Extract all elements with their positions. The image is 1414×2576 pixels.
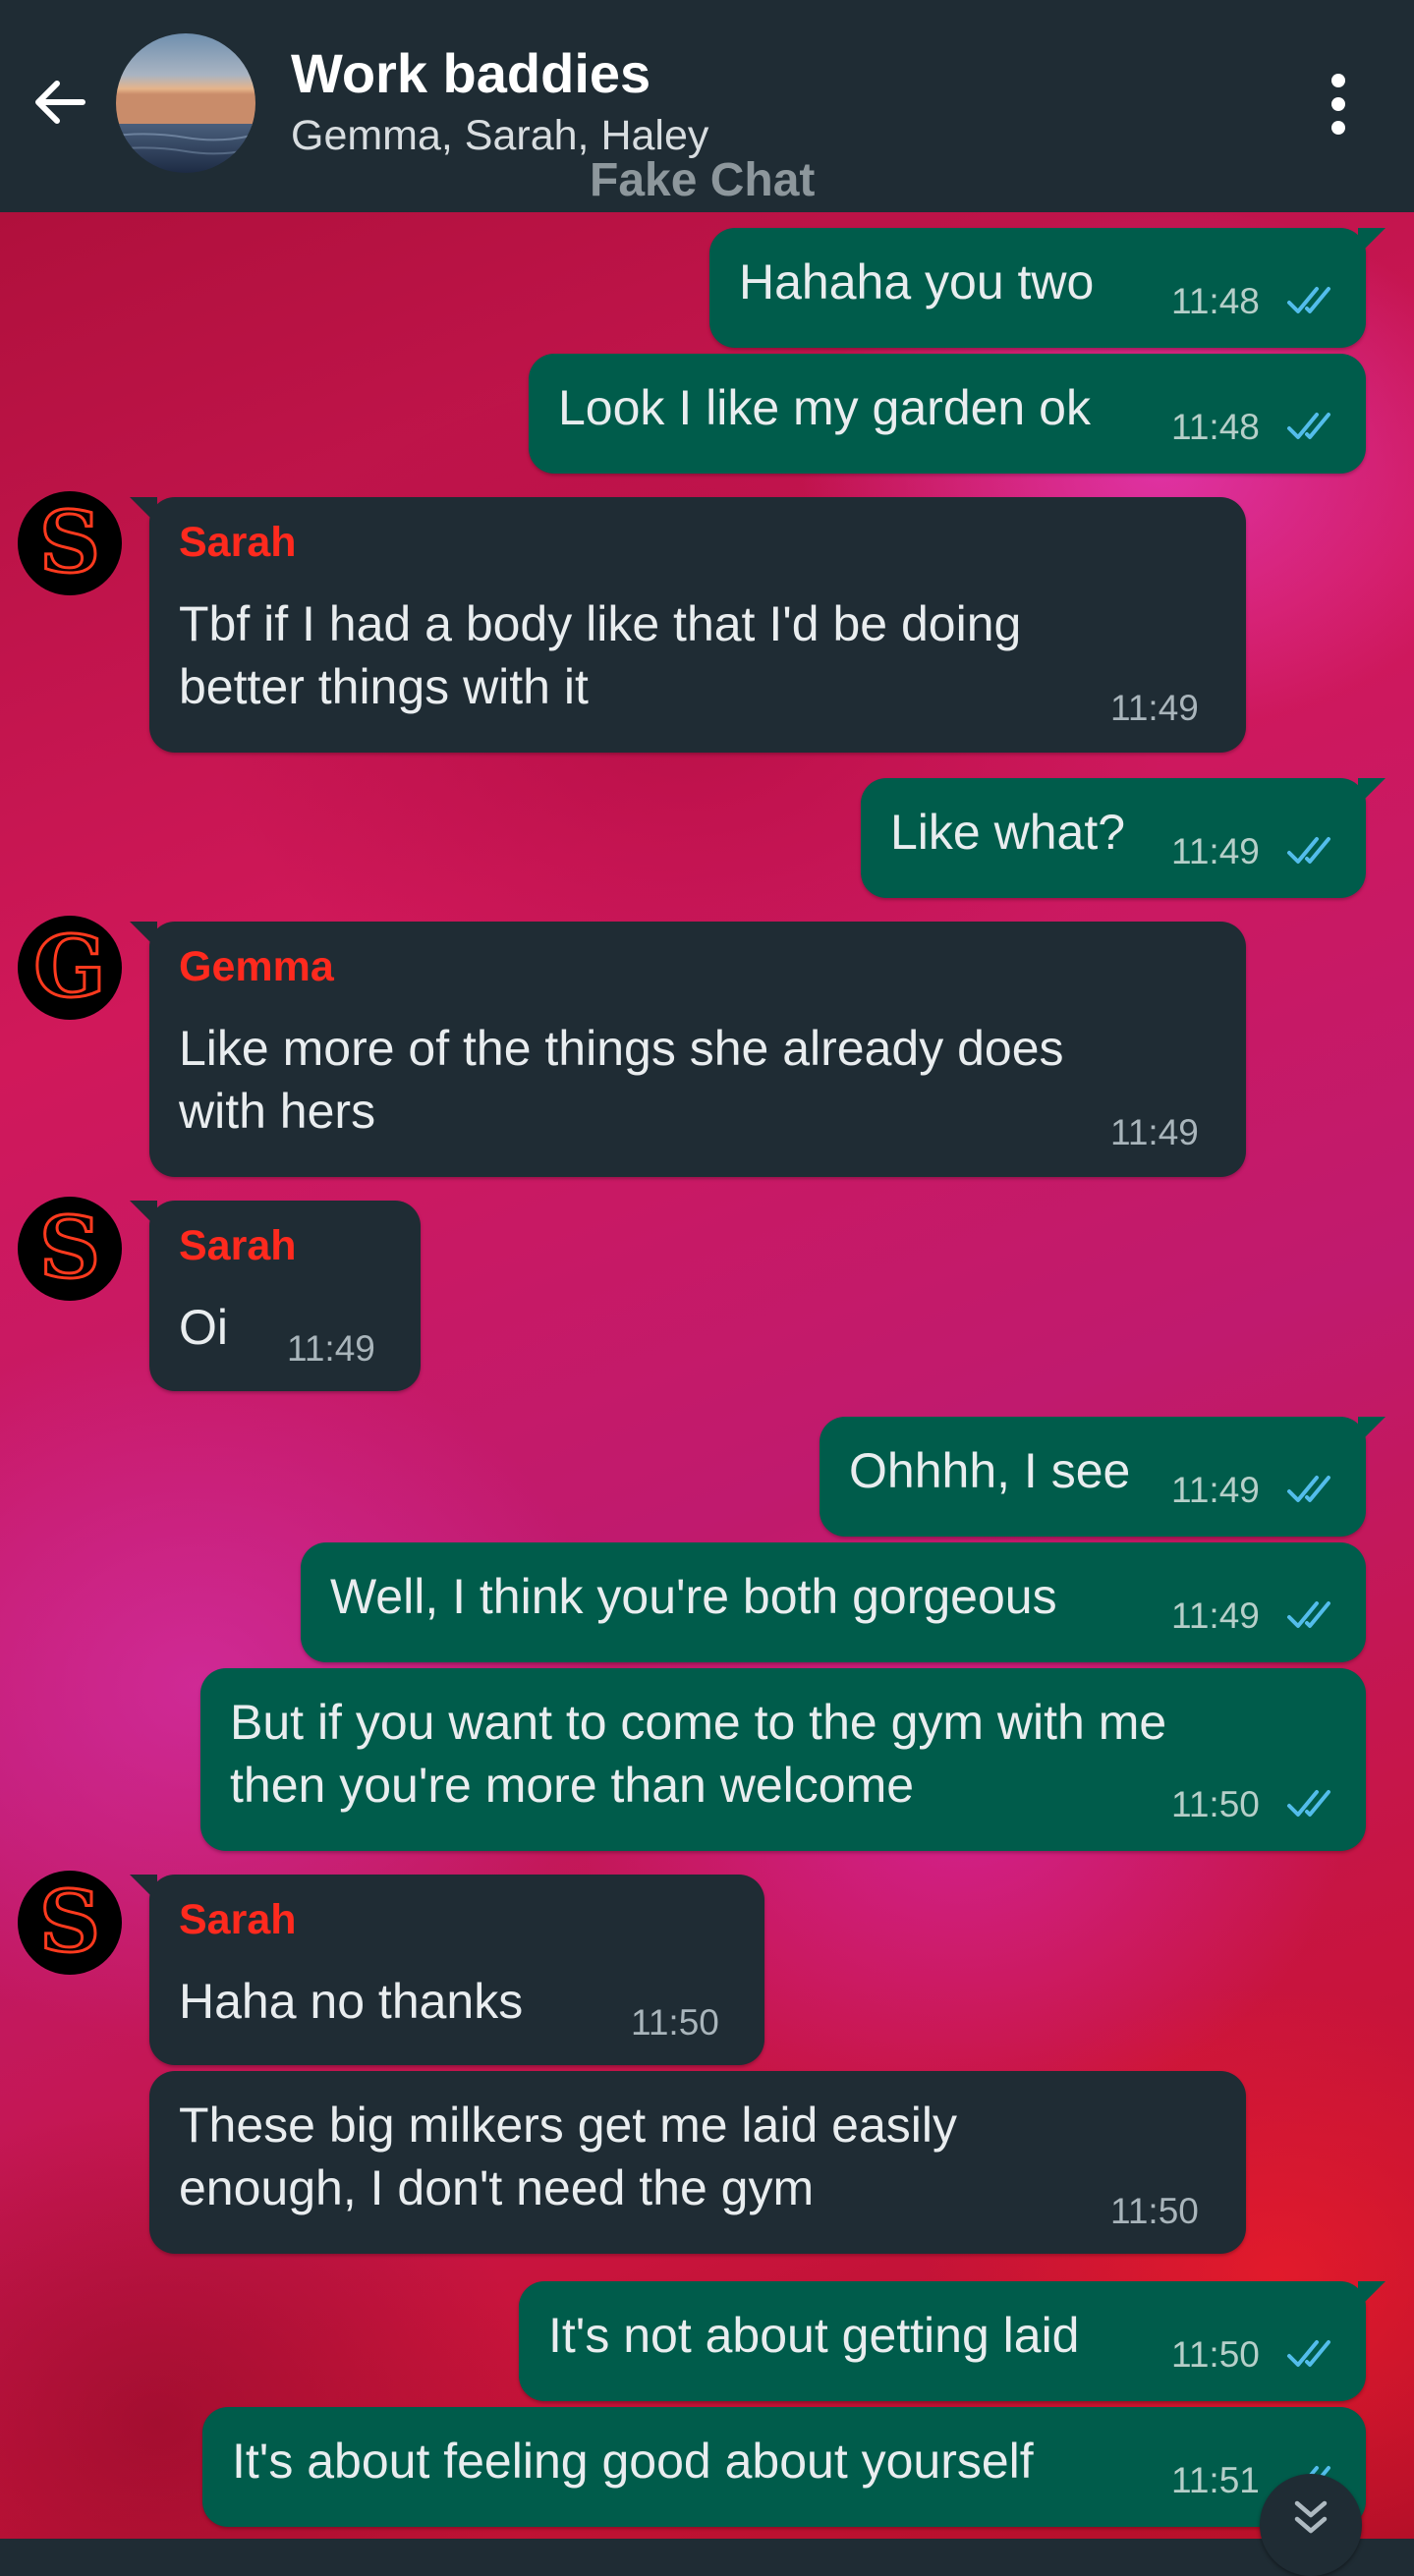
message-text-line: Like more of the things she already does: [179, 1021, 1064, 1076]
watermark-label: Fake Chat: [590, 154, 816, 206]
message-bubble-outgoing[interactable]: Like what? 11:49: [861, 778, 1386, 898]
message-bubble-outgoing[interactable]: Hahaha you two 11:48: [709, 228, 1386, 348]
message-time: 11:50: [1171, 1784, 1260, 1824]
chat-title[interactable]: Work baddies: [291, 41, 650, 105]
message-bubble-outgoing[interactable]: Ohhhh, I see 11:49: [820, 1417, 1386, 1537]
double-check-icon: [1287, 837, 1330, 864]
double-check-icon: [1287, 2340, 1330, 2367]
message-text: Ohhhh, I see: [849, 1443, 1131, 1498]
double-check-icon: [1287, 413, 1330, 439]
message-text-line: Tbf if I had a body like that I'd be doi…: [179, 596, 1022, 651]
message-text-line: with hers: [179, 1084, 376, 1139]
message-bubble-incoming[interactable]: Sarah Oi 11:49: [130, 1201, 421, 1391]
message-time: 11:49: [287, 1328, 375, 1369]
message-time: 11:49: [1171, 1596, 1260, 1636]
sender-name[interactable]: Sarah: [179, 1896, 297, 1944]
scroll-to-bottom-button[interactable]: [1260, 2474, 1362, 2576]
message-text: Hahaha you two: [739, 254, 1095, 309]
message-text-line: enough, I don't need the gym: [179, 2160, 815, 2215]
chevron-double-down-icon: [1294, 2500, 1328, 2534]
sender-avatar-sarah[interactable]: S: [18, 1871, 122, 1975]
message-text: It's not about getting laid: [548, 2308, 1080, 2363]
sender-name[interactable]: Gemma: [179, 943, 334, 991]
message-text-line: then you're more than welcome: [230, 1758, 915, 1813]
message-time: 11:48: [1171, 281, 1260, 321]
message-text-line: But if you want to come to the gym with …: [230, 1695, 1167, 1750]
message-text: Look I like my garden ok: [558, 380, 1091, 435]
message-text: It's about feeling good about yourself: [232, 2434, 1034, 2489]
message-text-line: better things with it: [179, 659, 589, 714]
group-avatar[interactable]: [116, 33, 255, 173]
message-time: 11:49: [1171, 1470, 1260, 1510]
message-time: 11:49: [1110, 688, 1199, 728]
message-time: 11:50: [1171, 2334, 1260, 2375]
more-vertical-icon[interactable]: [1309, 65, 1368, 143]
message-text: Haha no thanks: [179, 1974, 524, 2029]
message-bubble-outgoing[interactable]: Look I like my garden ok 11:48: [529, 354, 1366, 474]
double-check-icon: [1287, 287, 1330, 313]
message-bubble-incoming[interactable]: Sarah Tbf if I had a body like that I'd …: [130, 497, 1246, 753]
message-bubble-outgoing[interactable]: Well, I think you're both gorgeous 11:49: [301, 1542, 1366, 1662]
message-time: 11:49: [1171, 831, 1260, 871]
message-text-line: These big milkers get me laid easily: [179, 2098, 957, 2153]
chat-header: Work baddies Gemma, Sarah, Haley Fake Ch…: [0, 0, 1414, 212]
message-bubble-incoming[interactable]: These big milkers get me laid easily eno…: [149, 2071, 1246, 2254]
double-check-icon: [1287, 1601, 1330, 1628]
sender-name[interactable]: Sarah: [179, 1222, 297, 1270]
message-text: Like what?: [890, 805, 1126, 860]
double-check-icon: [1287, 1790, 1330, 1817]
message-time: 11:49: [1110, 1112, 1199, 1152]
message-time: 11:50: [1110, 2191, 1199, 2231]
message-bubble-outgoing[interactable]: It's not about getting laid 11:50: [519, 2281, 1386, 2401]
arrow-left-icon[interactable]: [28, 71, 90, 134]
message-text: Oi: [179, 1300, 228, 1355]
message-bubble-outgoing[interactable]: It's about feeling good about yourself 1…: [202, 2407, 1366, 2527]
message-time: 11:51: [1171, 2460, 1260, 2500]
message-text: Well, I think you're both gorgeous: [330, 1569, 1057, 1624]
sender-avatar-gemma[interactable]: G: [18, 916, 122, 1020]
message-time: 11:48: [1171, 407, 1260, 447]
message-bubble-incoming[interactable]: Gemma Like more of the things she alread…: [130, 922, 1246, 1177]
sender-avatar-sarah[interactable]: S: [18, 1197, 122, 1301]
message-bubble-outgoing[interactable]: But if you want to come to the gym with …: [200, 1668, 1366, 1851]
message-time: 11:50: [631, 2002, 719, 2043]
sender-name[interactable]: Sarah: [179, 519, 297, 567]
sender-avatar-sarah[interactable]: S: [18, 491, 122, 595]
double-check-icon: [1287, 1476, 1330, 1502]
message-bubble-incoming[interactable]: Sarah Haha no thanks 11:50: [130, 1875, 764, 2065]
